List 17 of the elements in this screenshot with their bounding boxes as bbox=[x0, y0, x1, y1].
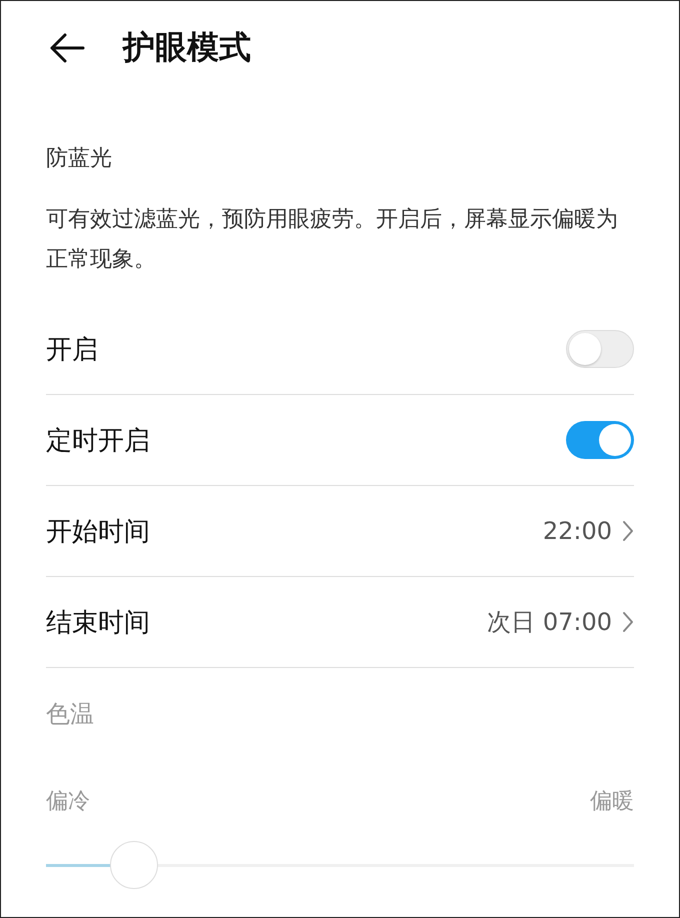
page-title: 护眼模式 bbox=[123, 27, 251, 68]
section-description: 可有效过滤蓝光，预防用眼疲劳。开启后，屏幕显示偏暖为正常现象。 bbox=[46, 206, 619, 274]
toggle-switch[interactable] bbox=[566, 421, 634, 459]
time-value[interactable]: 次日 07:00 bbox=[487, 606, 612, 638]
back-icon[interactable] bbox=[49, 33, 85, 63]
time-value[interactable]: 22:00 bbox=[542, 517, 612, 545]
chevron-right-icon bbox=[622, 520, 634, 542]
row-label: 开始时间 bbox=[46, 516, 150, 548]
color-temperature-label: 色温 bbox=[46, 699, 95, 730]
section-label: 防蓝光 bbox=[46, 145, 113, 173]
chevron-right-icon bbox=[622, 611, 634, 633]
slider-min-label: 偏冷 bbox=[46, 788, 90, 816]
row-label: 开启 bbox=[46, 334, 98, 366]
toggle-switch[interactable] bbox=[566, 330, 634, 368]
row-label: 定时开启 bbox=[46, 424, 150, 458]
row-label: 结束时间 bbox=[46, 606, 150, 640]
slider-max-label: 偏暖 bbox=[590, 788, 634, 816]
